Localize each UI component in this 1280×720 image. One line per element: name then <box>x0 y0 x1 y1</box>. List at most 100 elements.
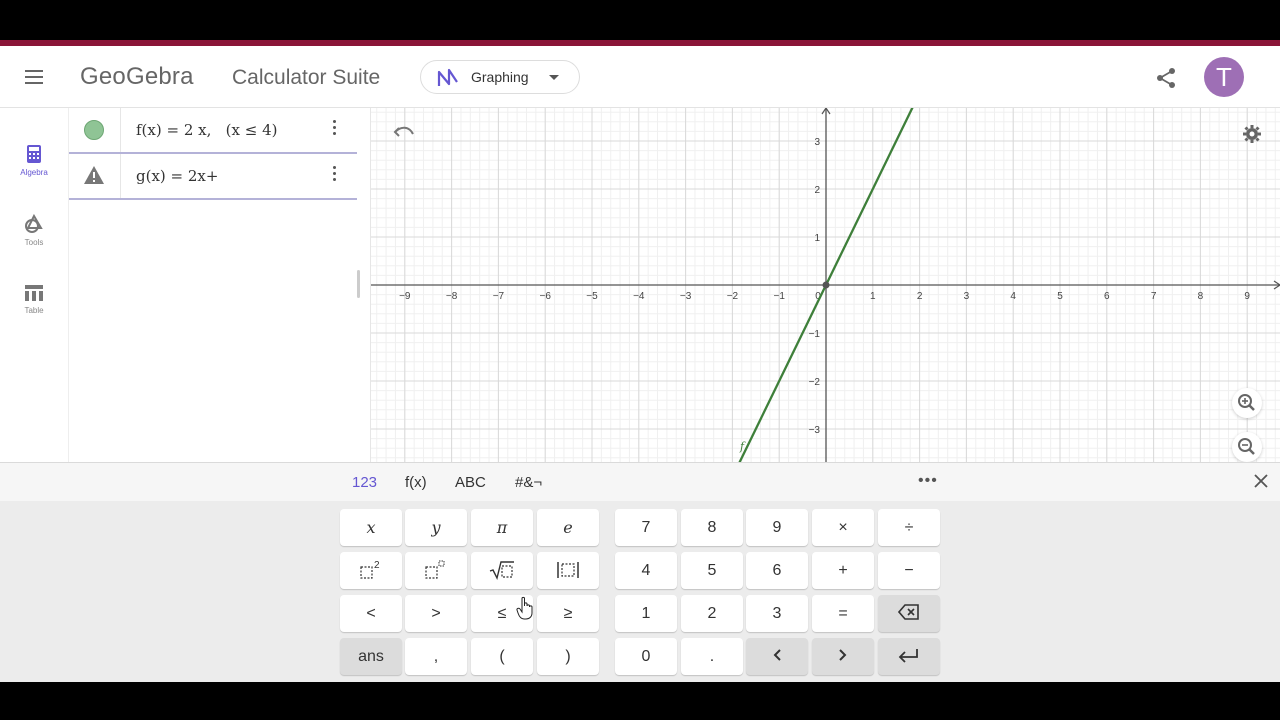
x-tick-label: 6 <box>1104 291 1110 302</box>
warning-icon <box>84 166 104 184</box>
more-options-icon[interactable] <box>331 120 337 140</box>
keyboard-tabs: 123 f(x) ABC #&¬ ••• <box>0 463 1280 501</box>
y-tick-label: −1 <box>809 329 821 340</box>
x-tick-label: −9 <box>399 291 411 302</box>
key-greater-equal[interactable]: ≥ <box>537 595 599 632</box>
enter-icon <box>898 649 918 663</box>
key-backspace[interactable] <box>878 595 940 632</box>
y-tick-label: 3 <box>814 137 820 148</box>
graphing-icon <box>437 68 458 86</box>
key-decimal[interactable]: . <box>681 638 743 675</box>
algebra-row-g[interactable]: g(x) = 2x+ <box>69 154 357 200</box>
letterbox-top <box>0 0 1280 40</box>
key-open-paren[interactable]: ( <box>471 638 533 675</box>
key-greater-than[interactable]: > <box>405 595 467 632</box>
key-2[interactable]: 2 <box>681 595 743 632</box>
key-ans[interactable]: ans <box>340 638 402 675</box>
tab-abc[interactable]: ABC <box>455 474 486 491</box>
x-tick-label: −8 <box>446 291 458 302</box>
key-equals[interactable]: = <box>812 595 874 632</box>
tools-icon <box>25 214 43 233</box>
calculator-icon <box>27 145 41 163</box>
tab-symbols[interactable]: #&¬ <box>515 474 542 491</box>
graphics-view[interactable]: −9 −8 −7 −6 −5 −4 −3 −2 −1 0 1 2 3 4 5 6 7 8 9 3 2 1 −1 −2 −3 f <box>371 108 1280 462</box>
key-minus[interactable]: − <box>878 552 940 589</box>
key-pi[interactable]: π <box>471 509 533 546</box>
key-abs[interactable] <box>537 552 599 589</box>
panel-resize-handle[interactable] <box>357 270 360 298</box>
sidebar-item-algebra[interactable]: Algebra <box>0 144 68 194</box>
mouse-hand-cursor-icon <box>516 596 533 620</box>
sqrt-icon <box>489 561 514 580</box>
settings-gear-icon[interactable] <box>1242 124 1262 144</box>
suite-title: Calculator Suite <box>232 66 381 89</box>
marker-column <box>69 154 121 198</box>
key-6[interactable]: 6 <box>746 552 808 589</box>
sidebar-item-table[interactable]: Table <box>0 284 68 334</box>
key-1[interactable]: 1 <box>615 595 677 632</box>
key-less-than[interactable]: < <box>340 595 402 632</box>
visibility-toggle[interactable] <box>84 120 104 140</box>
x-tick-label: 7 <box>1151 291 1157 302</box>
sidebar-item-label: Table <box>24 306 44 315</box>
key-sqrt[interactable] <box>471 552 533 589</box>
x-tick-label: 1 <box>870 291 876 302</box>
sidebar: Algebra Tools Table <box>0 108 68 462</box>
key-divide[interactable]: ÷ <box>878 509 940 546</box>
tab-functions[interactable]: f(x) <box>405 474 427 491</box>
key-plus[interactable]: + <box>812 552 874 589</box>
key-multiply[interactable]: × <box>812 509 874 546</box>
key-0[interactable]: 0 <box>615 638 677 675</box>
algebra-expression[interactable]: f(x) = 2 x, (x ≤ 4) <box>136 121 277 139</box>
zoom-out-button[interactable] <box>1232 432 1262 462</box>
key-y[interactable]: y <box>405 509 467 546</box>
sidebar-item-tools[interactable]: Tools <box>0 214 68 264</box>
more-keys-icon[interactable]: ••• <box>918 472 938 490</box>
key-square[interactable]: 2 <box>340 552 402 589</box>
origin-point <box>822 281 830 289</box>
key-3[interactable]: 3 <box>746 595 808 632</box>
graph-canvas[interactable]: −9 −8 −7 −6 −5 −4 −3 −2 −1 0 1 2 3 4 5 6 7 8 9321−1−2−3f <box>371 108 1280 462</box>
geogebra-logo[interactable]: GeoGebra <box>80 63 194 91</box>
share-icon[interactable] <box>1155 67 1177 89</box>
algebra-input[interactable]: g(x) = 2x+ <box>136 167 218 185</box>
key-enter[interactable] <box>878 638 940 675</box>
zoom-in-button[interactable] <box>1232 388 1262 418</box>
key-power[interactable] <box>405 552 467 589</box>
undo-icon[interactable] <box>393 122 415 142</box>
key-x[interactable]: x <box>340 509 402 546</box>
y-tick-label: 2 <box>814 185 820 196</box>
key-8[interactable]: 8 <box>681 509 743 546</box>
key-7[interactable]: 7 <box>615 509 677 546</box>
key-9[interactable]: 9 <box>746 509 808 546</box>
algebra-view: f(x) = 2 x, (x ≤ 4) g(x) = 2x+ <box>68 108 371 462</box>
tab-123[interactable]: 123 <box>352 474 377 491</box>
menu-icon[interactable] <box>25 70 43 84</box>
x-tick-label: 9 <box>1244 291 1250 302</box>
more-options-icon[interactable] <box>331 166 337 186</box>
zoom-in-icon <box>1238 394 1255 411</box>
key-e[interactable]: e <box>537 509 599 546</box>
key-5[interactable]: 5 <box>681 552 743 589</box>
algebra-row-f[interactable]: f(x) = 2 x, (x ≤ 4) <box>69 108 357 154</box>
square-icon: 2 <box>360 560 380 579</box>
user-avatar[interactable]: T <box>1204 57 1244 97</box>
x-tick-label: 4 <box>1010 291 1016 302</box>
chevron-right-icon <box>839 649 847 661</box>
key-comma[interactable]: , <box>405 638 467 675</box>
key-left-arrow[interactable] <box>746 638 808 675</box>
app-header: GeoGebra Calculator Suite Graphing T <box>0 46 1280 108</box>
x-tick-label: −2 <box>727 291 739 302</box>
backspace-icon <box>898 604 919 620</box>
app-picker-dropdown[interactable]: Graphing <box>420 60 580 94</box>
key-right-arrow[interactable] <box>812 638 874 675</box>
app-picker-label: Graphing <box>471 69 529 85</box>
x-tick-label: −7 <box>493 291 505 302</box>
x-tick-label: −1 <box>773 291 785 302</box>
x-tick-label: −4 <box>633 291 645 302</box>
key-close-paren[interactable]: ) <box>537 638 599 675</box>
key-4[interactable]: 4 <box>615 552 677 589</box>
sidebar-item-label: Algebra <box>20 168 48 177</box>
close-icon[interactable] <box>1252 472 1270 490</box>
x-tick-label: −3 <box>680 291 692 302</box>
